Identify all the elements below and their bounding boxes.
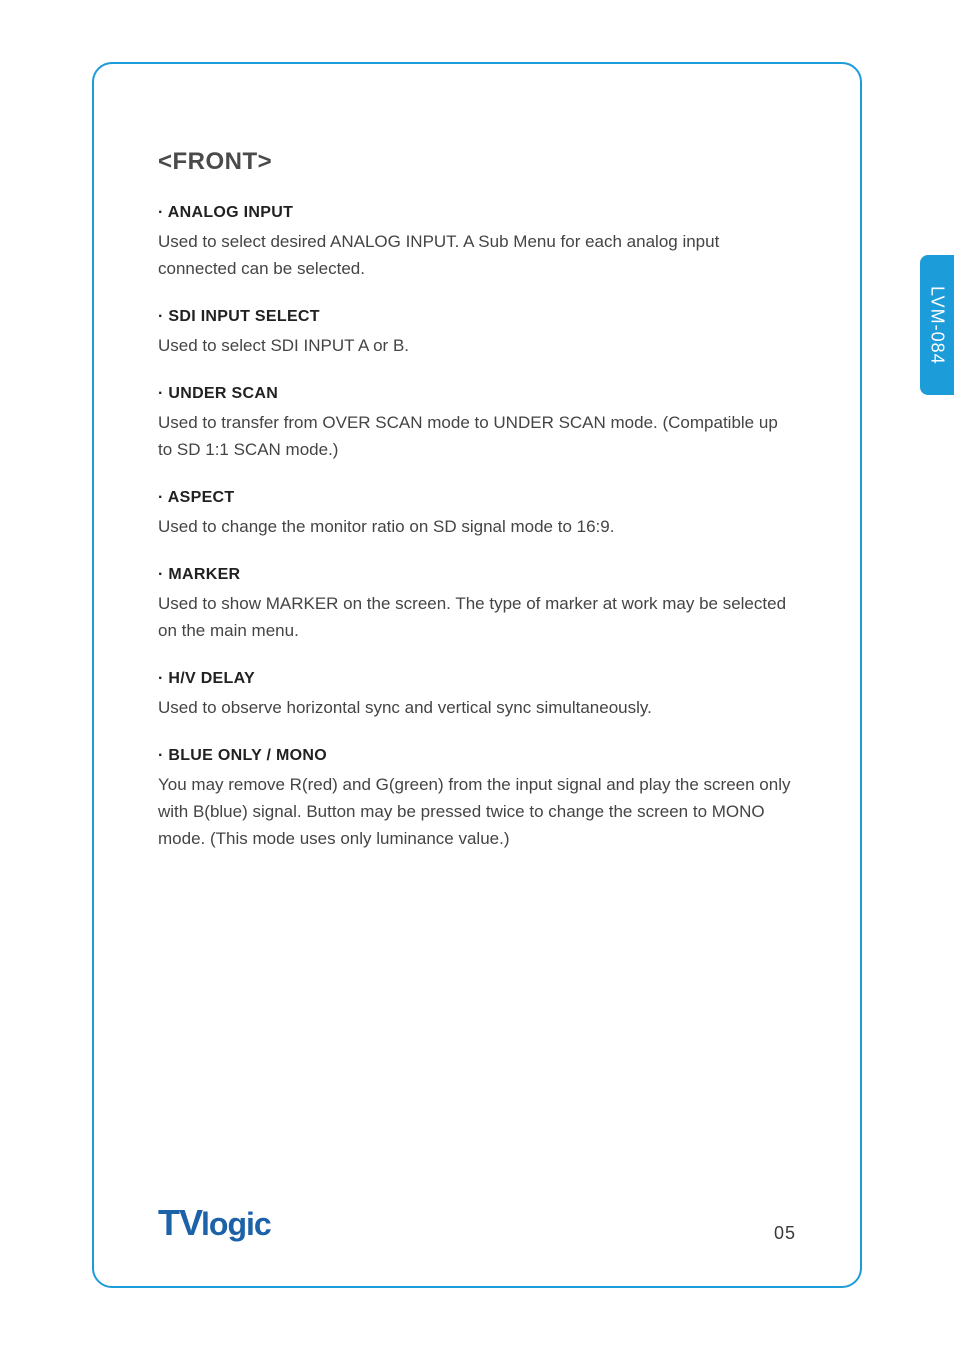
side-tab-model: LVM-084 xyxy=(920,255,954,395)
section-heading: · SDI INPUT SELECT xyxy=(158,304,796,330)
section-heading: · UNDER SCAN xyxy=(158,381,796,407)
page-number: 05 xyxy=(774,1223,796,1244)
section-description: Used to show MARKER on the screen. The t… xyxy=(158,590,796,644)
section-heading: · ANALOG INPUT xyxy=(158,200,796,226)
section-aspect: · ASPECT Used to change the monitor rati… xyxy=(158,485,796,540)
section-description: Used to observe horizontal sync and vert… xyxy=(158,694,796,721)
section-marker: · MARKER Used to show MARKER on the scre… xyxy=(158,562,796,644)
section-description: Used to change the monitor ratio on SD s… xyxy=(158,513,796,540)
section-description: Used to select desired ANALOG INPUT. A S… xyxy=(158,228,796,282)
section-sdi-input-select: · SDI INPUT SELECT Used to select SDI IN… xyxy=(158,304,796,359)
brand-logo: TVlogic xyxy=(158,1202,271,1244)
section-hv-delay: · H/V DELAY Used to observe horizontal s… xyxy=(158,666,796,721)
page-frame: <FRONT> · ANALOG INPUT Used to select de… xyxy=(92,62,862,1288)
section-under-scan: · UNDER SCAN Used to transfer from OVER … xyxy=(158,381,796,463)
section-heading: · MARKER xyxy=(158,562,796,588)
page-section-title: <FRONT> xyxy=(158,148,796,176)
section-analog-input: · ANALOG INPUT Used to select desired AN… xyxy=(158,200,796,282)
section-description: Used to select SDI INPUT A or B. xyxy=(158,332,796,359)
brand-logo-part1: TV xyxy=(158,1202,202,1244)
section-heading: · H/V DELAY xyxy=(158,666,796,692)
page-footer: TVlogic 05 xyxy=(158,1202,796,1244)
section-blue-only-mono: · BLUE ONLY / MONO You may remove R(red)… xyxy=(158,743,796,852)
brand-logo-part2: logic xyxy=(201,1206,271,1243)
section-description: You may remove R(red) and G(green) from … xyxy=(158,771,796,852)
section-heading: · BLUE ONLY / MONO xyxy=(158,743,796,769)
section-heading: · ASPECT xyxy=(158,485,796,511)
section-description: Used to transfer from OVER SCAN mode to … xyxy=(158,409,796,463)
